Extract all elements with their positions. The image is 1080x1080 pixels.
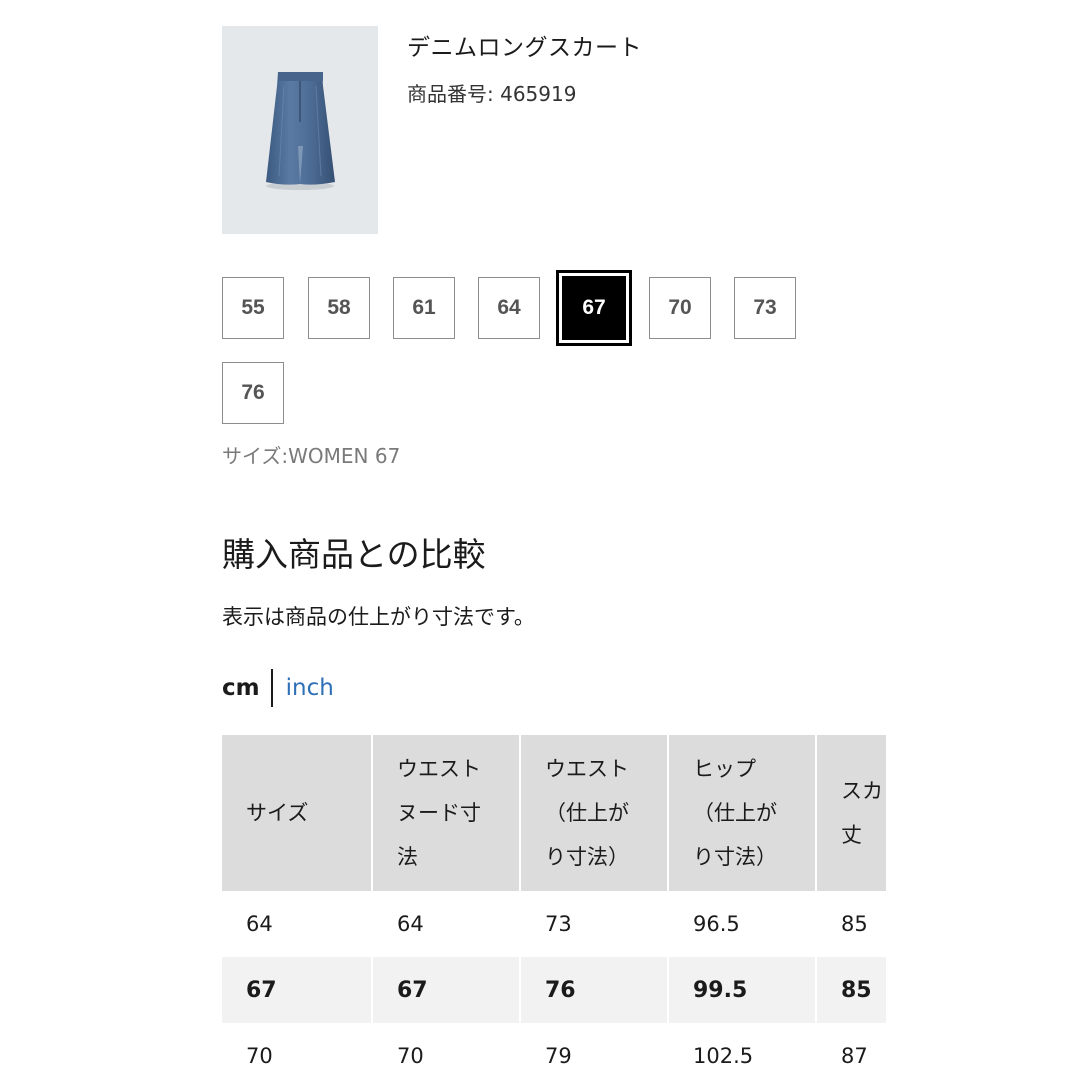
size-option-70[interactable]: 70 (649, 277, 711, 339)
size-option-64[interactable]: 64 (478, 277, 540, 339)
cell-size: 67 (222, 957, 373, 1023)
table-row: 70 70 79 102.5 87 (222, 1023, 886, 1073)
header-size: サイズ (222, 735, 373, 891)
cell-waist: 79 (520, 1023, 669, 1073)
product-name: デニムロングスカート (407, 35, 642, 61)
header-hip-finished: ヒップ （仕上が り寸法） (668, 735, 817, 891)
size-option-58[interactable]: 58 (308, 277, 370, 339)
unit-divider (270, 669, 273, 707)
unit-toggle: cm inch (222, 668, 334, 708)
cell-waist-nude: 67 (372, 957, 521, 1023)
cell-size: 70 (222, 1023, 373, 1073)
header-skirt-length: スカ 丈 (816, 735, 886, 891)
product-code: 商品番号: 465919 (407, 82, 577, 106)
header-waist-finished: ウエスト （仕上が り寸法） (520, 735, 669, 891)
header-waist-nude: ウエスト ヌード寸 法 (372, 735, 521, 891)
cell-hip: 99.5 (668, 957, 817, 1023)
comparison-note: 表示は商品の仕上がり寸法です。 (222, 605, 535, 629)
cell-waist: 73 (520, 891, 669, 957)
unit-inch-link[interactable]: inch (286, 675, 334, 701)
unit-cm-active: cm (222, 675, 260, 701)
cell-waist-nude: 70 (372, 1023, 521, 1073)
cell-waist-nude: 64 (372, 891, 521, 957)
table-header-row: サイズ ウエスト ヌード寸 法 ウエスト （仕上が り寸法） ヒップ （仕上が … (222, 735, 886, 891)
size-option-76[interactable]: 76 (222, 362, 284, 424)
size-option-67-selected[interactable]: 67 (556, 270, 632, 346)
comparison-title: 購入商品との比較 (222, 535, 486, 574)
cell-length: 85 (816, 891, 886, 957)
cell-hip: 96.5 (668, 891, 817, 957)
cell-length: 87 (816, 1023, 886, 1073)
cell-waist: 76 (520, 957, 669, 1023)
product-image (222, 26, 378, 234)
denim-skirt-image (266, 72, 335, 190)
size-comparison-table: サイズ ウエスト ヌード寸 法 ウエスト （仕上が り寸法） ヒップ （仕上が … (222, 735, 886, 1073)
cell-size: 64 (222, 891, 373, 957)
table-row-selected: 67 67 76 99.5 85 (222, 957, 886, 1023)
size-option-61[interactable]: 61 (393, 277, 455, 339)
selected-size-caption: サイズ:WOMEN 67 (222, 444, 401, 468)
cell-length: 85 (816, 957, 886, 1023)
size-option-55[interactable]: 55 (222, 277, 284, 339)
table-row: 64 64 73 96.5 85 (222, 891, 886, 957)
cell-hip: 102.5 (668, 1023, 817, 1073)
size-option-73[interactable]: 73 (734, 277, 796, 339)
